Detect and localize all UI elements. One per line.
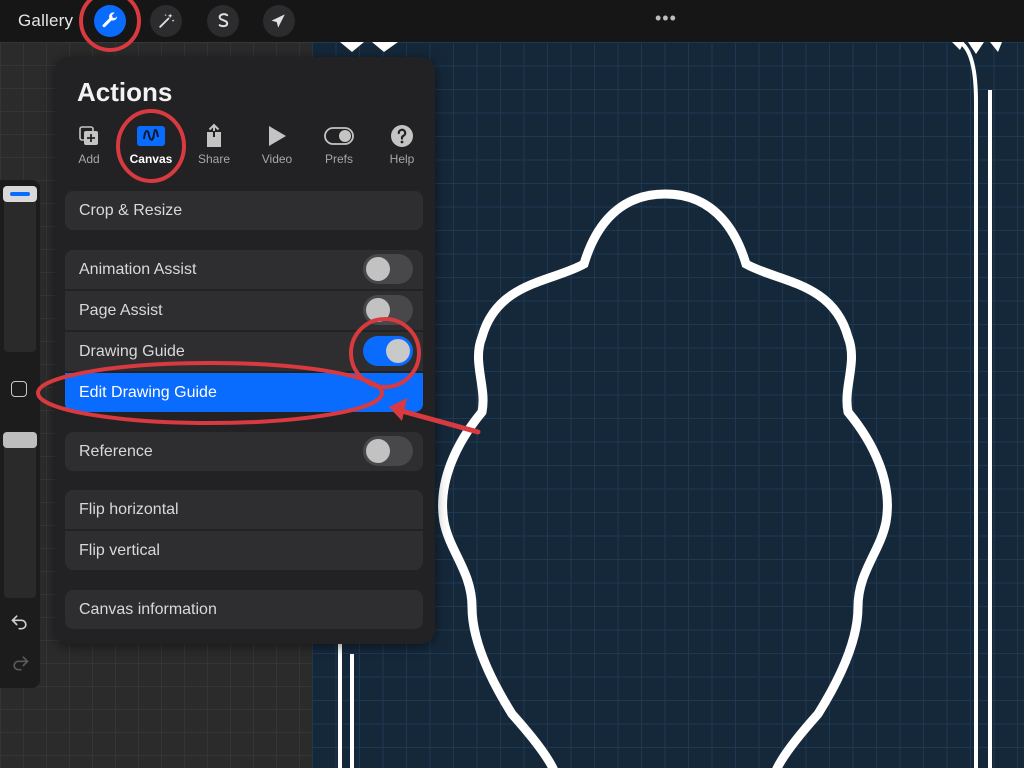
flip-horizontal-label: Flip horizontal	[79, 501, 179, 518]
undo-icon[interactable]	[10, 612, 30, 632]
gallery-button[interactable]: Gallery	[18, 11, 73, 31]
drawing-guide-label: Drawing Guide	[79, 343, 185, 360]
tab-video[interactable]: Video	[247, 123, 307, 166]
animation-assist-toggle[interactable]	[363, 254, 413, 284]
tab-share[interactable]: Share	[184, 123, 244, 166]
tab-help[interactable]: Help	[372, 123, 432, 166]
reference-item: Reference	[65, 432, 423, 471]
redo-icon[interactable]	[10, 653, 30, 673]
actions-panel: Actions Add Canvas Share Video Prefs Hel…	[55, 57, 435, 644]
drawing-guide-toggle[interactable]	[363, 336, 413, 366]
canvas-information-item[interactable]: Canvas information	[65, 590, 423, 629]
reference-label: Reference	[79, 443, 153, 460]
crop-resize-label: Crop & Resize	[79, 202, 183, 219]
brush-size-thumb[interactable]	[3, 186, 37, 202]
flip-vertical-label: Flip vertical	[79, 542, 160, 559]
opacity-slider[interactable]	[4, 432, 36, 598]
adjustments-button[interactable]	[150, 5, 182, 37]
more-options-icon[interactable]: •••	[655, 8, 677, 29]
tab-canvas[interactable]: Canvas	[121, 123, 181, 166]
page-assist-toggle[interactable]	[363, 295, 413, 325]
magic-wand-icon	[159, 13, 175, 28]
top-toolbar: Gallery •••	[0, 0, 1024, 42]
drawing-guide-item: Drawing Guide	[65, 332, 423, 371]
edit-drawing-guide-item[interactable]: Edit Drawing Guide	[65, 373, 423, 412]
page-assist-item: Page Assist	[65, 291, 423, 330]
canvas-information-label: Canvas information	[79, 601, 217, 618]
arrow-cursor-icon	[271, 14, 285, 28]
flip-vertical-item[interactable]: Flip vertical	[65, 531, 423, 570]
brush-sidebar	[0, 180, 40, 688]
edit-drawing-guide-label: Edit Drawing Guide	[79, 384, 217, 401]
panel-title: Actions	[77, 77, 173, 107]
animation-assist-item: Animation Assist	[65, 250, 423, 289]
crop-resize-item[interactable]: Crop & Resize	[65, 191, 423, 230]
modify-button[interactable]	[11, 381, 27, 397]
brush-size-slider[interactable]	[4, 186, 36, 352]
selection-s-icon	[218, 13, 229, 28]
wrench-icon	[102, 12, 118, 28]
play-icon	[269, 126, 286, 146]
reference-toggle[interactable]	[363, 436, 413, 466]
transform-button[interactable]	[263, 5, 295, 37]
canvas-icon	[137, 126, 165, 146]
flip-horizontal-item[interactable]: Flip horizontal	[65, 490, 423, 529]
tab-add[interactable]: Add	[59, 123, 119, 166]
toggle-icon	[324, 127, 354, 145]
actions-wrench-button[interactable]	[94, 5, 126, 37]
add-layers-icon	[79, 126, 98, 145]
animation-assist-label: Animation Assist	[79, 261, 197, 278]
page-assist-label: Page Assist	[79, 302, 163, 319]
help-icon	[391, 125, 413, 147]
tab-prefs[interactable]: Prefs	[309, 123, 369, 166]
share-icon	[207, 123, 221, 147]
opacity-thumb[interactable]	[3, 432, 37, 448]
selection-button[interactable]	[207, 5, 239, 37]
procreate-app: Gallery ••• Actions Add Canvas Share Vid…	[0, 0, 1024, 768]
